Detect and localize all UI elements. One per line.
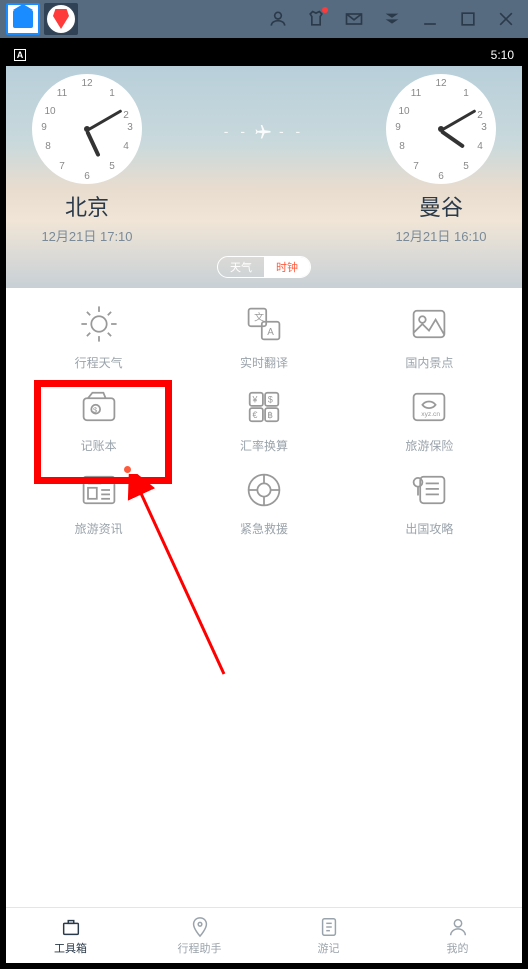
emulator-titlebar [0, 0, 528, 38]
translate-icon: 文A [242, 302, 286, 346]
home-icon [13, 10, 33, 28]
phone-frame: A 5:10 121234567891011 北京 12月21日 17:10 [0, 38, 528, 969]
grid-label: 紧急救援 [240, 520, 288, 537]
grid-item-news[interactable]: 旅游资讯 [16, 468, 181, 537]
svg-text:A: A [267, 327, 274, 338]
titlebar-tabs [6, 0, 78, 38]
city2-name: 曼谷 [419, 190, 463, 222]
city1-name: 北京 [65, 190, 109, 222]
clock-header: 121234567891011 北京 12月21日 17:10 - - - - [6, 66, 522, 288]
status-bar: A 5:10 [6, 44, 522, 66]
svg-text:$: $ [268, 395, 273, 405]
sun-icon [77, 302, 121, 346]
lifebuoy-icon [242, 468, 286, 512]
clock-face-2: 121234567891011 [386, 74, 496, 184]
grid-label: 旅游资讯 [75, 520, 123, 537]
wallet-icon: $ [77, 385, 121, 429]
app-content: 121234567891011 北京 12月21日 17:10 - - - - [6, 66, 522, 963]
svg-text:$: $ [93, 406, 98, 415]
spacer [6, 537, 522, 907]
segment-control: 天气 时钟 [217, 256, 311, 278]
photo-icon [407, 302, 451, 346]
seg-clock[interactable]: 时钟 [264, 257, 310, 277]
clock-city2: 121234567891011 曼谷 12月21日 16:10 [366, 74, 516, 245]
svg-text:文: 文 [254, 311, 264, 324]
grid-label: 旅游保险 [405, 437, 453, 454]
nav-label: 我的 [447, 940, 469, 956]
svg-text:€: € [252, 410, 257, 420]
main-window: A 5:10 121234567891011 北京 12月21日 17:10 [0, 0, 528, 969]
grid-item-ledger[interactable]: $ 记账本 [16, 385, 181, 454]
nav-label: 游记 [318, 940, 340, 956]
grid-item-exchange[interactable]: ¥ $ € ฿ 汇率换算 [181, 385, 346, 454]
app-tab[interactable] [44, 3, 78, 35]
minute-hand [86, 109, 122, 132]
nav-toolbox[interactable]: 工具箱 [6, 908, 135, 963]
svg-text:฿: ฿ [267, 410, 273, 420]
nav-label: 行程助手 [178, 940, 222, 956]
insurance-icon: xyz.cn [407, 385, 451, 429]
mail-icon[interactable] [344, 9, 364, 29]
grid-item-guide[interactable]: 出国攻略 [347, 468, 512, 537]
grid-label: 国内景点 [405, 354, 453, 371]
nav-profile[interactable]: 我的 [393, 908, 522, 963]
status-logo: A [14, 49, 26, 61]
status-time: 5:10 [491, 48, 514, 62]
hour-hand [85, 130, 100, 157]
minute-hand [440, 109, 476, 132]
home-tab[interactable] [6, 3, 40, 35]
bottom-nav: 工具箱 行程助手 游记 我的 [6, 907, 522, 963]
grid-label: 汇率换算 [240, 437, 288, 454]
nav-label: 工具箱 [54, 940, 87, 956]
svg-text:xyz.cn: xyz.cn [422, 411, 441, 418]
grid-item-translate[interactable]: 文A 实时翻译 [181, 302, 346, 371]
grid-label: 行程天气 [75, 354, 123, 371]
app-logo-icon [46, 4, 76, 34]
city1-datetime: 12月21日 17:10 [41, 226, 132, 245]
minimize-button[interactable] [420, 9, 440, 29]
nav-notes[interactable]: 游记 [264, 908, 393, 963]
dropdown-icon[interactable] [382, 9, 402, 29]
grid-label: 出国攻略 [405, 520, 453, 537]
flight-decoration: - - - - [224, 122, 304, 140]
seg-weather[interactable]: 天气 [218, 257, 264, 277]
hour-hand [440, 129, 465, 148]
guide-icon [407, 468, 451, 512]
profile-icon[interactable] [268, 9, 288, 29]
city2-datetime: 12月21日 16:10 [395, 226, 486, 245]
shirt-icon[interactable] [306, 9, 326, 29]
tool-grid: 行程天气 文A 实时翻译 国内景点 $ 记账本 ¥ $ € ฿ 汇率换算 [6, 288, 522, 537]
nav-itinerary[interactable]: 行程助手 [135, 908, 264, 963]
grid-item-emergency[interactable]: 紧急救援 [181, 468, 346, 537]
grid-item-weather[interactable]: 行程天气 [16, 302, 181, 371]
notification-dot [124, 466, 131, 473]
grid-item-scenic[interactable]: 国内景点 [347, 302, 512, 371]
close-button[interactable] [496, 9, 516, 29]
clock-face-1: 121234567891011 [32, 74, 142, 184]
grid-label: 记账本 [81, 437, 117, 454]
svg-text:¥: ¥ [251, 395, 257, 405]
maximize-button[interactable] [458, 9, 478, 29]
news-icon [77, 468, 121, 512]
grid-label: 实时翻译 [240, 354, 288, 371]
clock-city1: 121234567891011 北京 12月21日 17:10 [12, 74, 162, 245]
titlebar-controls [268, 9, 516, 29]
grid-item-insurance[interactable]: xyz.cn 旅游保险 [347, 385, 512, 454]
currency-icon: ¥ $ € ฿ [242, 385, 286, 429]
